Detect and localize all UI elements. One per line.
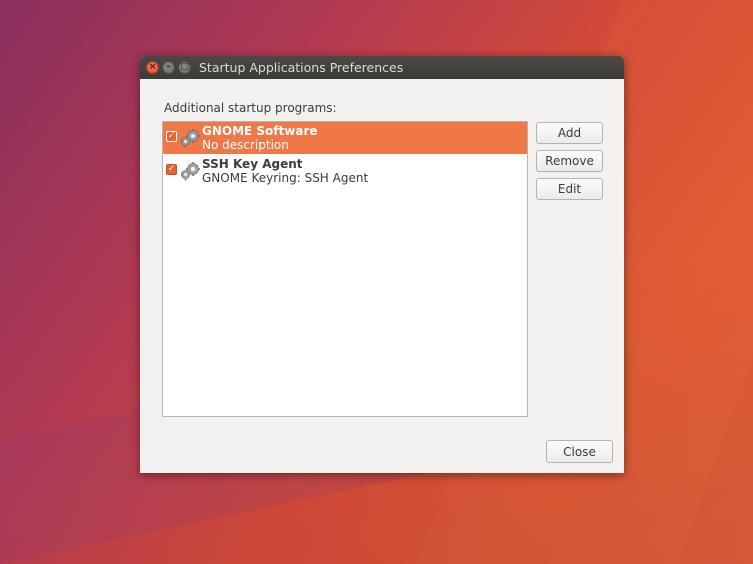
close-button[interactable]: Close xyxy=(546,440,613,463)
window-maximize-icon[interactable]: □ xyxy=(178,61,191,74)
window-close-icon[interactable]: × xyxy=(146,61,159,74)
gears-icon xyxy=(181,162,200,181)
edit-button[interactable]: Edit xyxy=(536,178,603,200)
window-minimize-icon[interactable]: – xyxy=(162,61,175,74)
program-name: GNOME Software xyxy=(202,124,318,138)
remove-button[interactable]: Remove xyxy=(536,150,603,172)
program-name: SSH Key Agent xyxy=(202,157,303,171)
window-titlebar[interactable]: × – □ Startup Applications Preferences xyxy=(140,56,624,79)
startup-applications-window: × – □ Startup Applications Preferences A… xyxy=(140,56,624,473)
section-label: Additional startup programs: xyxy=(164,101,337,115)
list-item[interactable]: ✓ SSH Key Agent GNOME Keyring: SSH Agent xyxy=(163,155,527,187)
window-title: Startup Applications Preferences xyxy=(199,60,404,75)
gears-icon xyxy=(181,129,200,148)
list-item[interactable]: ✓ GNOME Software No description xyxy=(163,122,527,154)
startup-programs-list[interactable]: ✓ GNOME Software No description ✓ SSH Ke… xyxy=(162,121,528,417)
program-description: No description xyxy=(202,138,289,152)
add-button[interactable]: Add xyxy=(536,122,603,144)
program-description: GNOME Keyring: SSH Agent xyxy=(202,171,369,185)
enable-checkbox[interactable]: ✓ xyxy=(166,164,177,175)
enable-checkbox[interactable]: ✓ xyxy=(166,131,177,142)
